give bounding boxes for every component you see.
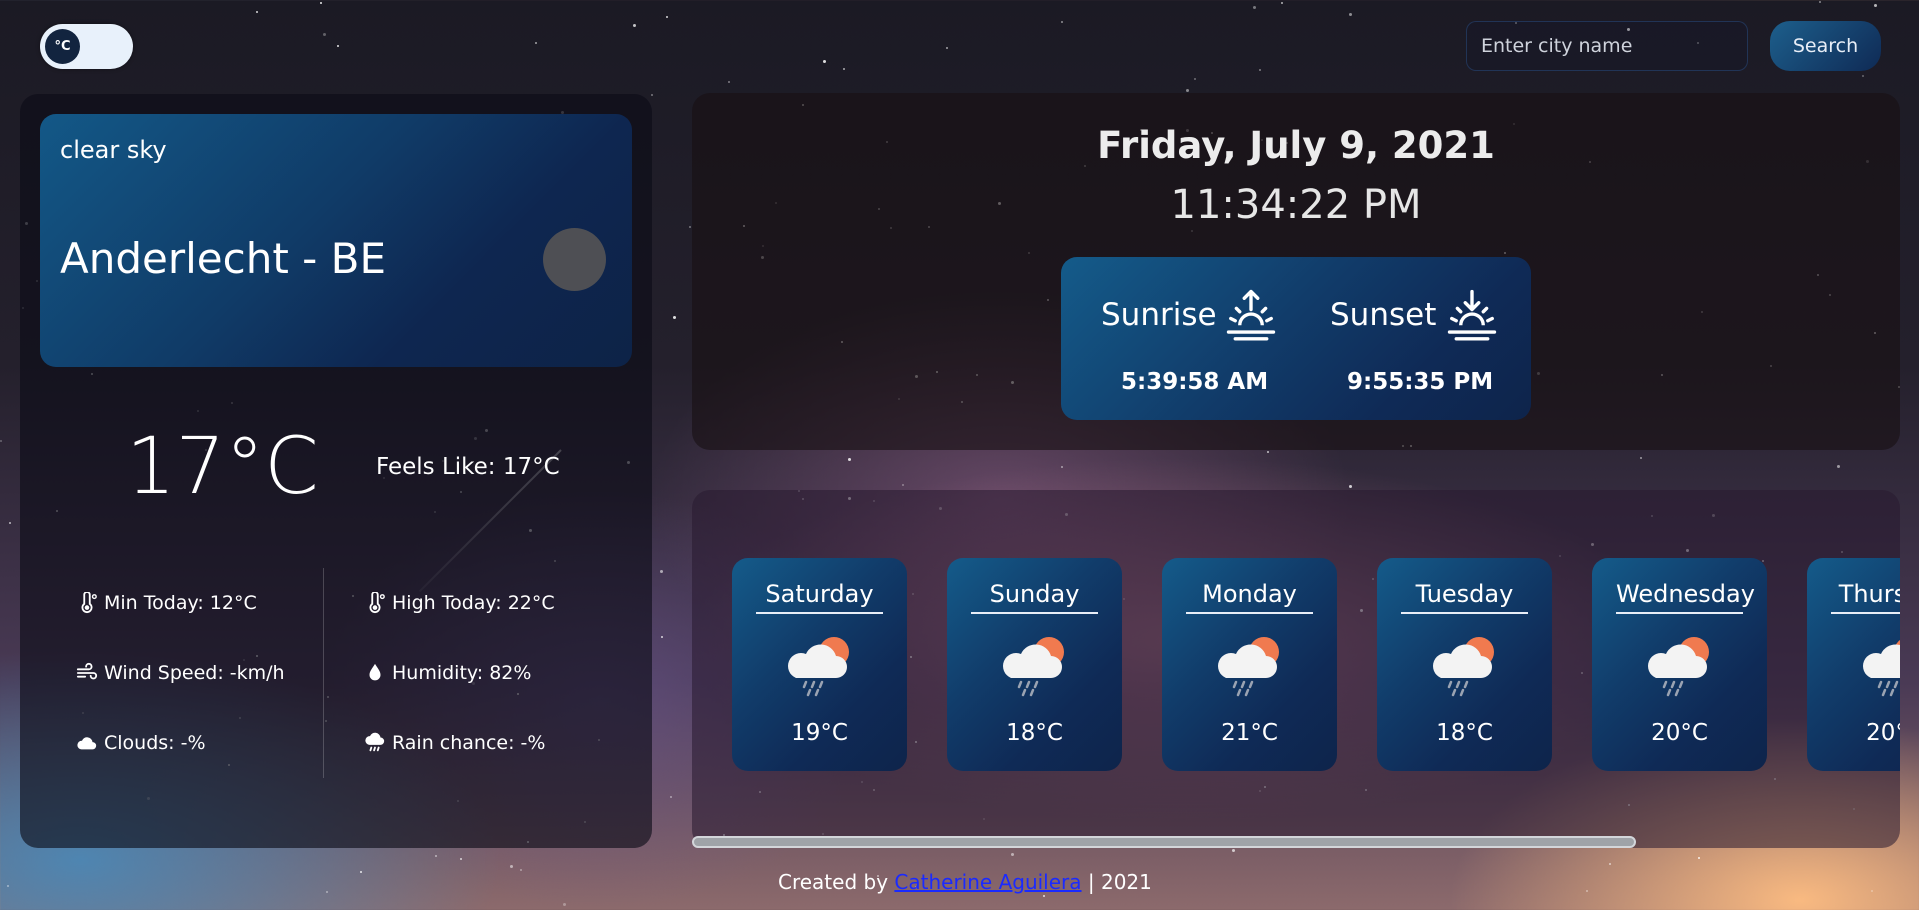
forecast-day: Wednesday bbox=[1616, 580, 1755, 614]
forecast-temp: 21°C bbox=[1221, 720, 1278, 746]
weather-icon bbox=[543, 228, 606, 291]
cloud-rain-sun-icon bbox=[1003, 637, 1064, 697]
droplet-icon bbox=[369, 663, 381, 681]
stats-divider bbox=[323, 568, 324, 778]
stat-humidity: Humidity: 82% bbox=[364, 662, 531, 684]
current-temperature: 17°C bbox=[126, 422, 319, 512]
high-today-label: High Today: 22°C bbox=[392, 592, 555, 614]
forecast-card: Monday 21°C bbox=[1162, 558, 1337, 771]
forecast-day: Thursday bbox=[1831, 580, 1900, 614]
sunrise-label: Sunrise bbox=[1101, 297, 1217, 333]
forecast-temp: 18°C bbox=[1436, 720, 1493, 746]
stat-clouds: Clouds: -% bbox=[76, 732, 206, 754]
forecast-day: Saturday bbox=[756, 580, 883, 614]
stat-wind-speed: Wind Speed: -km/h bbox=[76, 662, 285, 684]
humidity-label: Humidity: 82% bbox=[392, 662, 532, 684]
thermometer-icon bbox=[369, 592, 385, 613]
sun-times-card: Sunrise 5:39:58 AM Sunset 9:55:35 PM bbox=[1061, 257, 1531, 420]
footer: Created by Catherine Aguilera | 2021 bbox=[778, 870, 1152, 894]
min-today-label: Min Today: 12°C bbox=[104, 592, 257, 614]
stat-rain-chance: Rain chance: -% bbox=[364, 732, 545, 754]
wind-icon bbox=[76, 662, 98, 680]
forecast-day: Monday bbox=[1186, 580, 1313, 614]
current-date: Friday, July 9, 2021 bbox=[1097, 124, 1495, 167]
forecast-day: Sunday bbox=[971, 580, 1098, 614]
unit-toggle-knob[interactable]: °C bbox=[45, 29, 80, 64]
cloud-rain-icon bbox=[365, 732, 385, 752]
forecast-card: Tuesday 18°C bbox=[1377, 558, 1552, 771]
sunset-time: 9:55:35 PM bbox=[1347, 369, 1494, 395]
footer-prefix: Created by bbox=[778, 870, 889, 894]
sunrise-icon bbox=[1226, 289, 1276, 341]
author-link[interactable]: Catherine Aguilera bbox=[894, 870, 1081, 894]
forecast-temp: 20°C bbox=[1866, 720, 1919, 746]
weather-description: clear sky bbox=[60, 136, 167, 164]
stat-min-today: Min Today: 12°C bbox=[76, 592, 257, 614]
wind-speed-label: Wind Speed: -km/h bbox=[104, 662, 285, 684]
clouds-label: Clouds: -% bbox=[104, 732, 206, 754]
cloud-rain-sun-icon bbox=[1218, 637, 1279, 697]
current-time: 11:34:22 PM bbox=[1170, 182, 1422, 228]
feels-like: Feels Like: 17°C bbox=[376, 454, 560, 480]
forecast-card: Thursday 20°C bbox=[1807, 558, 1919, 771]
thermometer-icon bbox=[81, 592, 97, 613]
forecast-temp: 20°C bbox=[1651, 720, 1708, 746]
unit-toggle[interactable]: °C bbox=[40, 24, 133, 69]
cloud-rain-sun-icon bbox=[788, 637, 849, 697]
cloud-icon bbox=[77, 737, 97, 750]
sunset-icon bbox=[1447, 289, 1497, 341]
forecast-temp: 18°C bbox=[1006, 720, 1063, 746]
stat-high-today: High Today: 22°C bbox=[364, 592, 555, 614]
sunset-label: Sunset bbox=[1330, 297, 1437, 333]
cloud-rain-sun-icon bbox=[1863, 640, 1900, 697]
city-search-input[interactable] bbox=[1466, 21, 1748, 71]
forecast-card: Wednesday 20°C bbox=[1592, 558, 1767, 771]
sunrise-time: 5:39:58 AM bbox=[1121, 369, 1269, 395]
forecast-scrollbar[interactable] bbox=[692, 836, 1636, 848]
footer-suffix: | 2021 bbox=[1087, 870, 1152, 894]
cloud-rain-sun-icon bbox=[1648, 637, 1709, 697]
forecast-card: Saturday 19°C bbox=[732, 558, 907, 771]
rain-chance-label: Rain chance: -% bbox=[392, 732, 546, 754]
forecast-card: Sunday 18°C bbox=[947, 558, 1122, 771]
location-card: clear sky Anderlecht - BE bbox=[40, 114, 632, 367]
forecast-temp: 19°C bbox=[791, 720, 848, 746]
forecast-day: Tuesday bbox=[1401, 580, 1528, 614]
cloud-rain-sun-icon bbox=[1433, 637, 1494, 697]
search-button[interactable]: Search bbox=[1770, 21, 1881, 71]
city-name: Anderlecht - BE bbox=[60, 234, 387, 283]
